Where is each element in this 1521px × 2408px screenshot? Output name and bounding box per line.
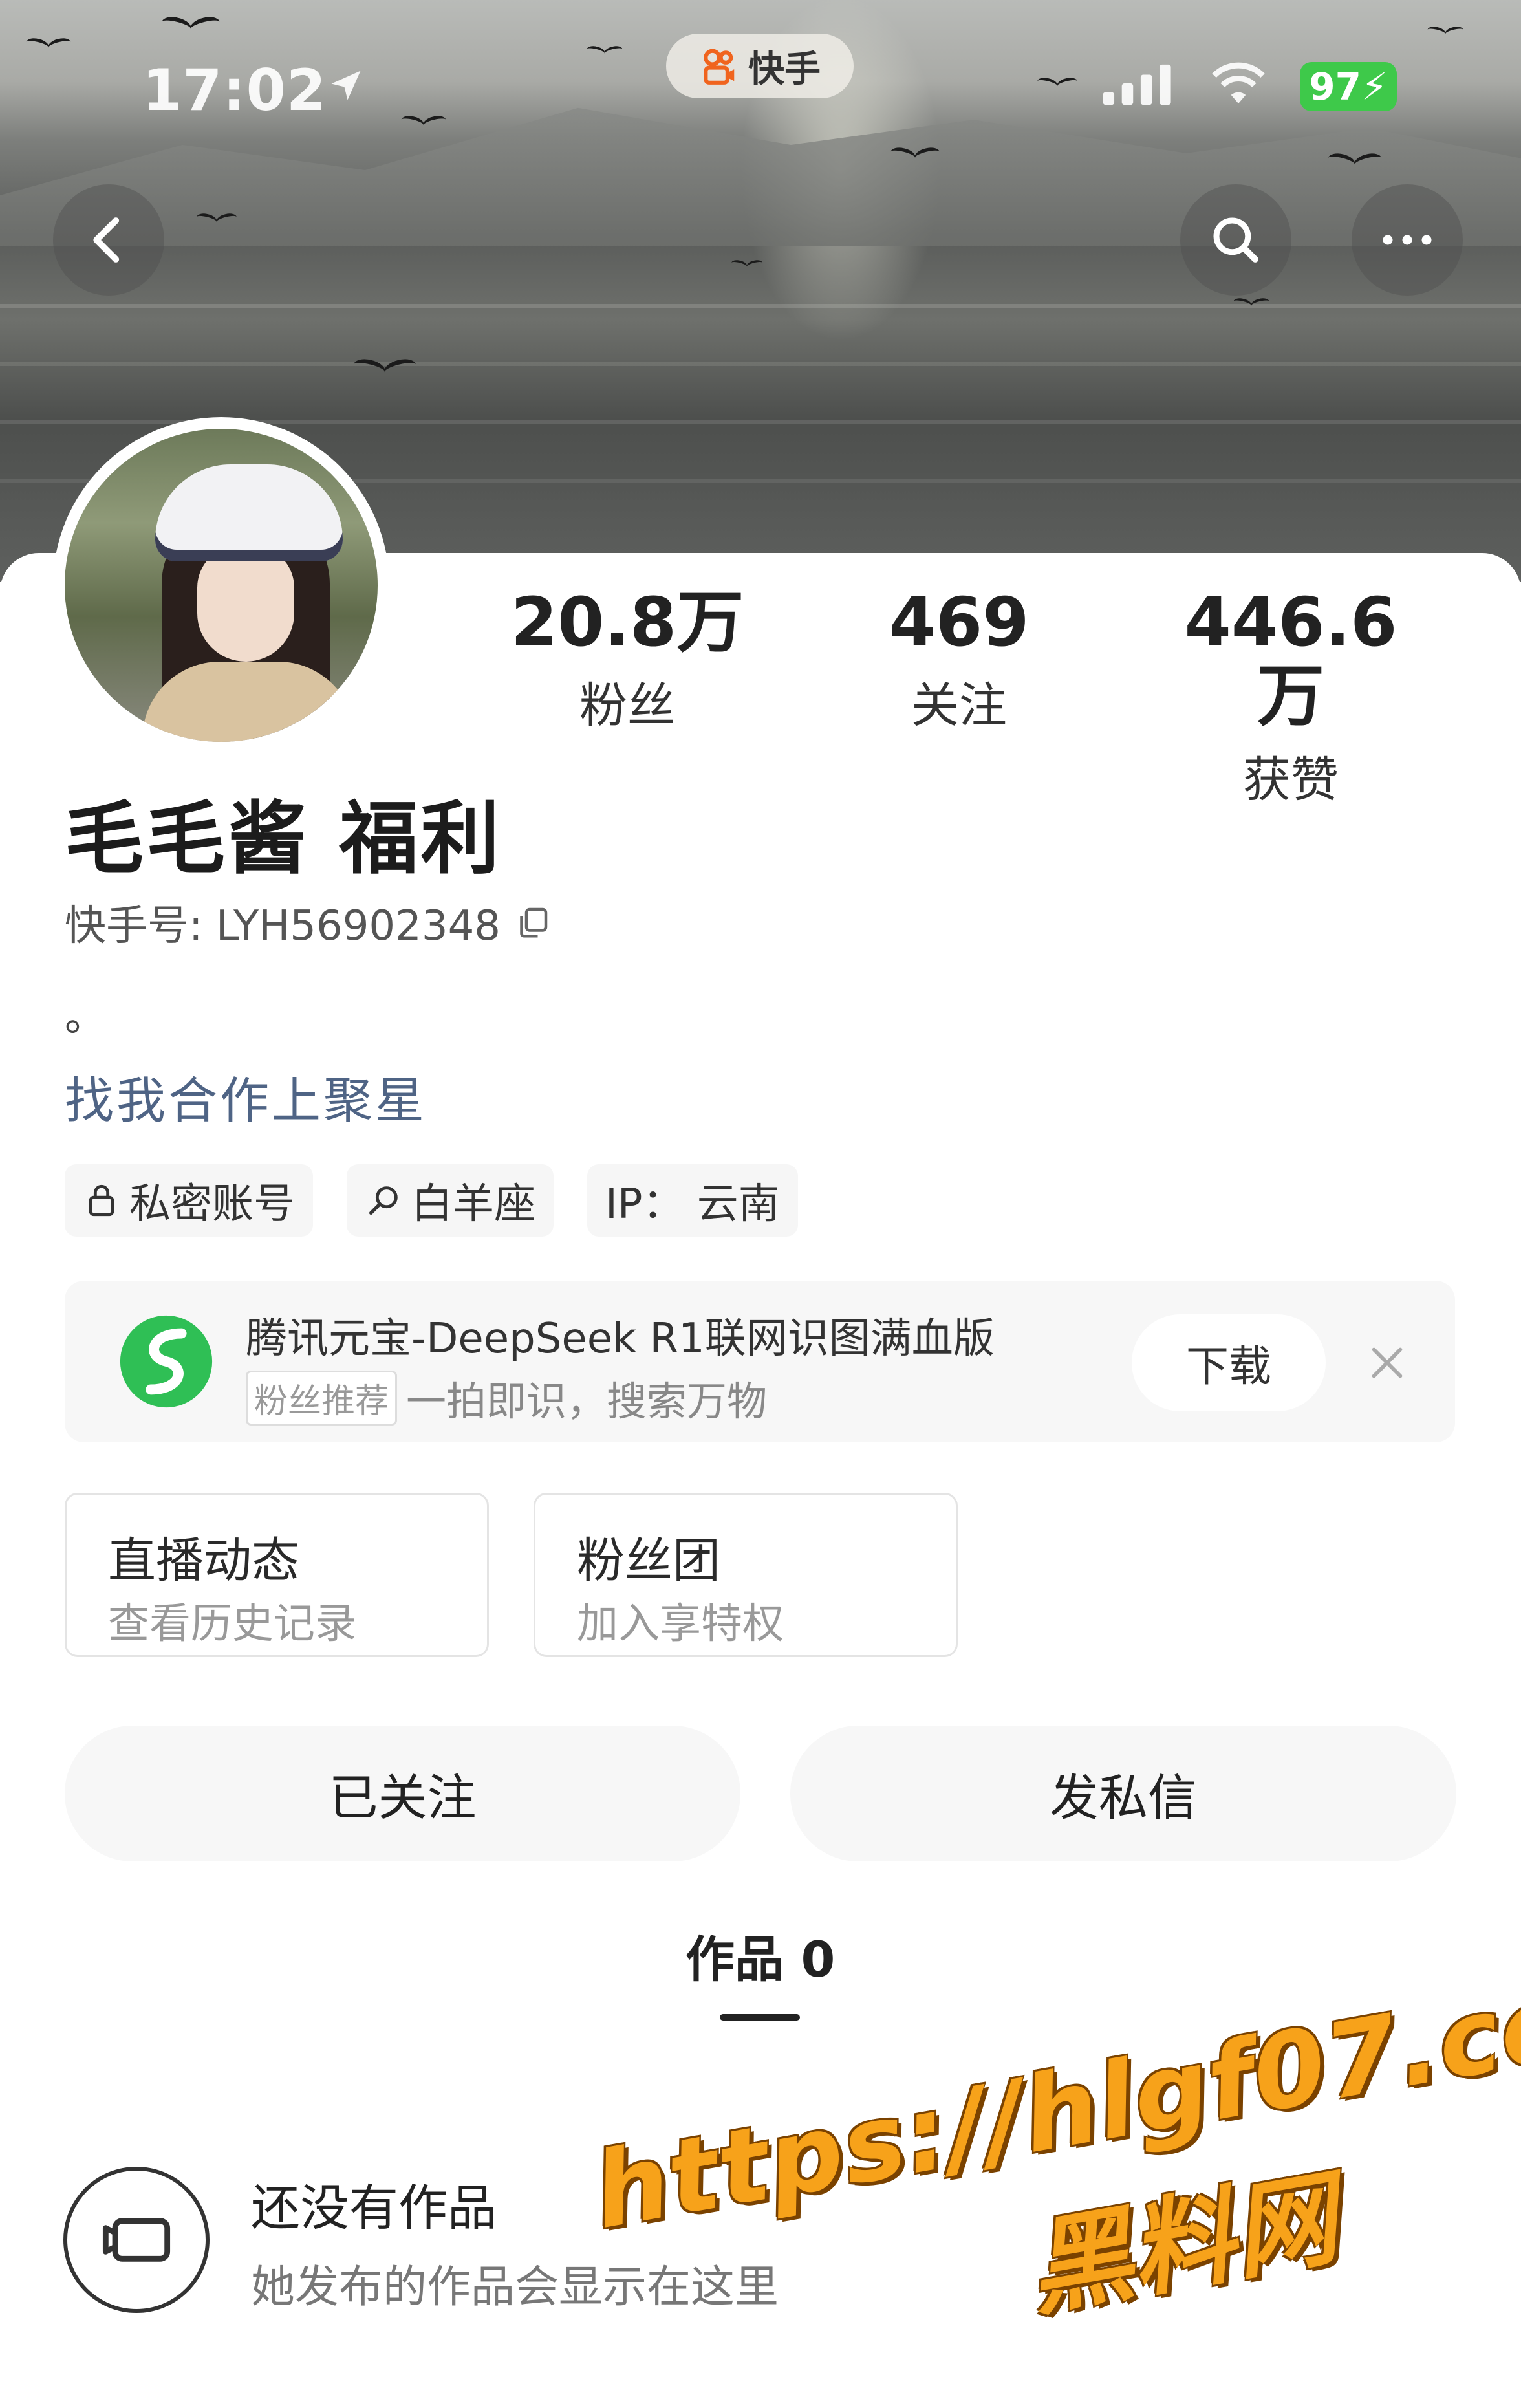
- bird-silhouette: [1328, 154, 1382, 168]
- promo-badge: 粉丝推荐: [246, 1370, 398, 1426]
- stat-label: 粉丝: [579, 678, 675, 734]
- stat-label: 关注: [911, 678, 1007, 734]
- battery-level: 97: [1309, 65, 1361, 109]
- video-camera-icon: [102, 2218, 171, 2262]
- battery-indicator: 97 ⚡: [1300, 62, 1397, 111]
- following-button[interactable]: 已关注: [65, 1726, 740, 1861]
- promo-subtitle: 一拍即识，搜索万物: [406, 1378, 768, 1425]
- cooperation-link[interactable]: 找我合作上聚星: [65, 1061, 427, 1132]
- aries-icon: [369, 1186, 398, 1215]
- tag-label: IP： 云南: [605, 1180, 780, 1228]
- download-button[interactable]: 下载: [1132, 1314, 1326, 1411]
- search-button[interactable]: [1180, 184, 1291, 296]
- kuaishou-id: 快手号: LYH56902348: [65, 902, 501, 950]
- bird-silhouette: [353, 360, 416, 376]
- stat-likes[interactable]: 446.6万 获赞: [1155, 585, 1427, 810]
- bird-silhouette: [162, 17, 221, 32]
- app-name: 快手: [748, 48, 821, 91]
- empty-state-title: 还没有作品: [251, 2179, 497, 2237]
- bird-silhouette: [1233, 299, 1269, 308]
- kuaishou-id-row: 快手号: LYH56902348: [65, 893, 552, 952]
- app-return-pill[interactable]: 快手: [666, 34, 854, 98]
- entry-subtitle: 查看历史记录: [108, 1600, 356, 1648]
- promo-banner[interactable]: 腾讯元宝-DeepSeek R1联网识图满血版 粉丝推荐 一拍即识，搜索万物 下…: [65, 1281, 1455, 1442]
- promo-title: 腾讯元宝-DeepSeek R1联网识图满血版: [246, 1315, 995, 1363]
- stat-value: 446.6万: [1184, 583, 1397, 736]
- stat-followers[interactable]: 20.8万 粉丝: [491, 585, 763, 736]
- bird-silhouette: [890, 148, 940, 161]
- entry-subtitle: 加入享特权: [577, 1600, 784, 1648]
- bird-silhouette: [587, 47, 623, 56]
- stat-value: 469: [889, 583, 1030, 662]
- bird-silhouette: [197, 214, 237, 224]
- copy-icon[interactable]: [513, 903, 552, 942]
- promo-subtitle-row: 粉丝推荐 一拍即识，搜索万物: [246, 1369, 767, 1427]
- live-history-entry[interactable]: 直播动态 查看历史记录: [65, 1493, 489, 1657]
- tab-works[interactable]: 作品 0: [685, 1920, 835, 1991]
- close-icon[interactable]: [1365, 1340, 1410, 1385]
- back-button[interactable]: [53, 184, 164, 296]
- send-message-button[interactable]: 发私信: [790, 1726, 1456, 1861]
- stat-value: 20.8万: [510, 583, 744, 662]
- stat-following[interactable]: 469 关注: [823, 585, 1095, 736]
- location-arrow-icon: [331, 71, 361, 100]
- bird-silhouette: [1037, 78, 1078, 89]
- bird-silhouette: [731, 261, 763, 269]
- bird-silhouette: [1427, 27, 1463, 36]
- fan-club-entry[interactable]: 粉丝团 加入享特权: [534, 1493, 958, 1657]
- tag-private-account: 私密账号: [65, 1164, 313, 1237]
- avatar-photo: [65, 429, 378, 742]
- yuanbao-logo-icon: [120, 1315, 213, 1408]
- status-time: 17:02: [142, 57, 327, 124]
- more-dots-icon: [1383, 235, 1432, 245]
- tag-label: 私密账号: [129, 1180, 295, 1228]
- avatar[interactable]: [53, 417, 389, 754]
- wifi-icon: [1212, 62, 1265, 103]
- profile-name: 毛毛酱 福利: [65, 793, 502, 885]
- avatar-hat: [155, 464, 343, 561]
- cover-water-glint: [0, 362, 1521, 366]
- entry-title: 粉丝团: [577, 1533, 720, 1589]
- tag-zodiac: 白羊座: [347, 1164, 554, 1237]
- entry-title: 直播动态: [108, 1533, 299, 1589]
- cellular-signal-icon: [1103, 64, 1171, 105]
- cover-water-glint: [0, 304, 1521, 308]
- bird-silhouette: [401, 116, 446, 128]
- more-options-button[interactable]: [1352, 184, 1463, 296]
- search-icon: [1213, 217, 1258, 263]
- profile-tags: 私密账号 白羊座 IP： 云南: [65, 1164, 798, 1237]
- kuaishou-logo-icon: [704, 49, 735, 85]
- tag-label: 白羊座: [411, 1180, 535, 1228]
- tag-ip-location: IP： 云南: [587, 1164, 798, 1237]
- lock-icon: [89, 1184, 114, 1217]
- profile-bio: 。: [65, 993, 106, 1041]
- charging-bolt-icon: ⚡: [1361, 65, 1388, 109]
- stat-label: 获赞: [1243, 752, 1339, 808]
- bird-silhouette: [26, 39, 71, 50]
- empty-works-badge: [63, 2167, 210, 2313]
- chevron-left-icon: [93, 217, 120, 263]
- avatar-face: [197, 545, 294, 662]
